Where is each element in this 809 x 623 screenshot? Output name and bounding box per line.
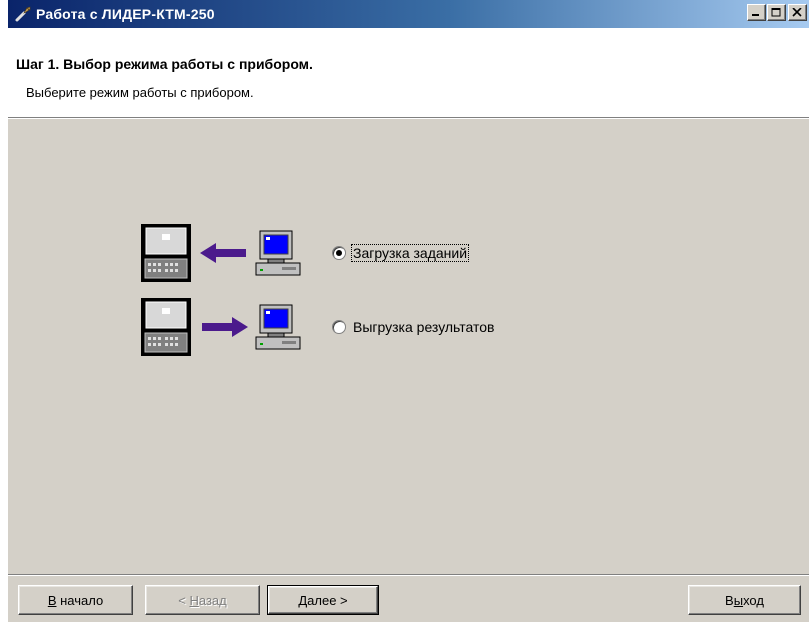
option-row-upload: Загрузка заданий [140,223,470,283]
back-mnemonic: Н [189,592,199,608]
radio-label[interactable]: Выгрузка результатов [352,319,495,335]
exit-button[interactable]: Вы ход [688,585,801,615]
exit-prefix: В [725,592,734,608]
exit-label: ход [743,592,764,608]
arrow-right-icon [202,317,248,337]
step-title: Шаг 1. Выбор режима работы с прибором. [16,56,313,72]
computer-icon [255,304,301,350]
radio-button[interactable] [332,320,346,334]
wrench-icon [15,6,31,22]
exit-mnemonic: ы [733,592,744,608]
radio-label[interactable]: Загрузка заданий [350,244,470,262]
home-mnemonic: В [47,592,57,608]
minimize-button[interactable] [747,4,766,21]
home-button[interactable]: В начало [18,585,133,615]
wizard-body: Загрузка заданий Выгрузка результатов [8,118,809,577]
computer-icon [255,230,301,276]
window-title: Работа с ЛИДЕР-КТМ-250 [36,6,215,22]
radio-selected-dot [336,250,342,256]
step-subtitle: Выберите режим работы с прибором. [26,85,254,100]
next-label: алее > [307,592,348,608]
minimize-icon [752,14,759,16]
back-label: азад [198,592,227,608]
wizard-footer: В начало < Назад Далее > Вы ход [8,574,809,623]
back-prefix: < [178,592,190,608]
device-icon [141,298,191,356]
next-mnemonic: Д [298,592,308,608]
next-button[interactable]: Далее > [267,585,379,615]
radio-upload-tasks[interactable]: Загрузка заданий [332,244,470,262]
maximize-icon [771,8,781,17]
home-label: начало [56,592,104,608]
wizard-header: Шаг 1. Выбор режима работы с прибором. В… [8,28,809,118]
device-icon [141,224,191,282]
arrow-left-icon [200,243,246,263]
close-button[interactable] [788,4,807,21]
maximize-button[interactable] [767,4,786,21]
wizard-window: Работа с ЛИДЕР-КТМ-250 Шаг 1. Выбор режи… [8,0,809,622]
radio-button[interactable] [332,246,346,260]
radio-download-results[interactable]: Выгрузка результатов [332,319,495,335]
close-icon [792,8,802,17]
option-row-download: Выгрузка результатов [140,297,495,357]
title-bar[interactable]: Работа с ЛИДЕР-КТМ-250 [8,0,809,28]
back-button[interactable]: < Назад [145,585,260,615]
